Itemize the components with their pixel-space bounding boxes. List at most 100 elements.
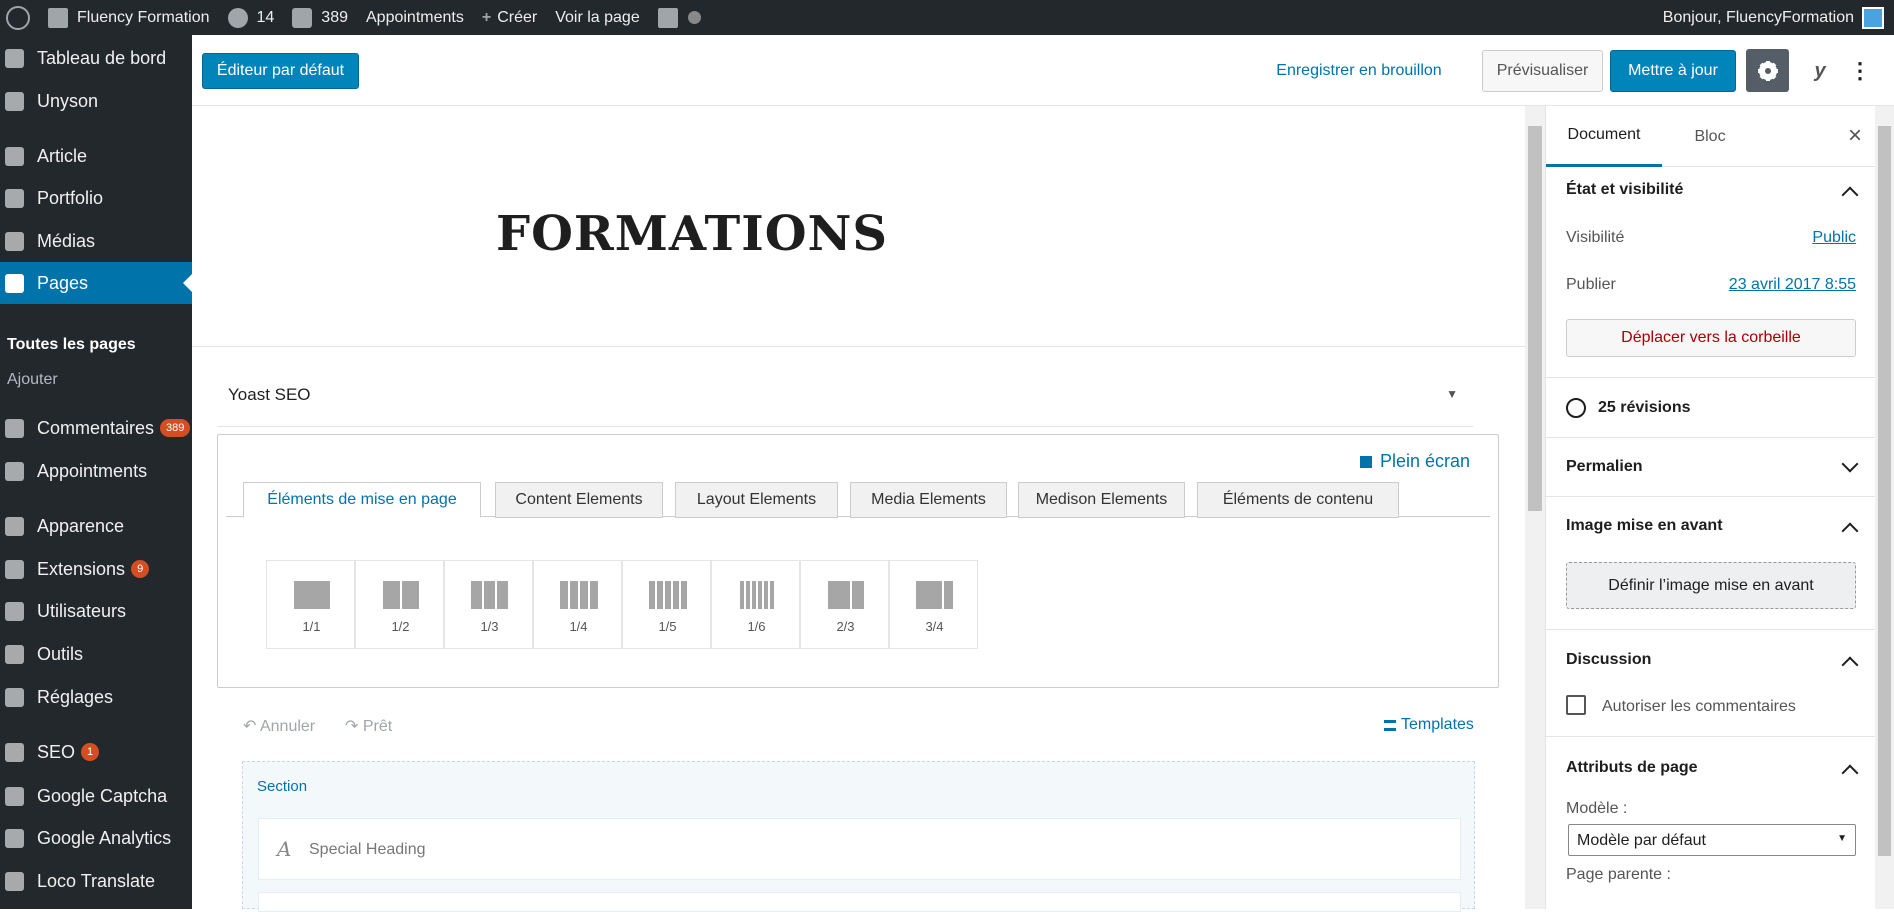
- permalink-panel[interactable]: Permalien: [1546, 438, 1876, 497]
- layout-1-6[interactable]: 1/6: [711, 560, 800, 649]
- settings-icon: [5, 688, 24, 707]
- submenu-all-pages[interactable]: Toutes les pages: [7, 336, 136, 354]
- sidebar-item-tools[interactable]: Outils: [0, 633, 192, 675]
- featured-image-title[interactable]: Image mise en avant: [1566, 517, 1723, 535]
- redo-button[interactable]: ↷ Prêt: [345, 716, 392, 736]
- allow-comments-checkbox[interactable]: [1566, 695, 1586, 715]
- chevron-up-icon[interactable]: [1841, 522, 1859, 540]
- permalink-title: Permalien: [1566, 458, 1643, 475]
- sidebar-item-google-captcha[interactable]: Google Captcha: [0, 775, 192, 817]
- sidebar-item-pages[interactable]: Pages: [0, 262, 192, 304]
- updates-link[interactable]: 14: [219, 0, 284, 35]
- more-menu-icon[interactable]: ⋮: [1848, 53, 1872, 89]
- site-name-link[interactable]: Fluency Formation: [39, 0, 219, 35]
- layout-1-2[interactable]: 1/2: [355, 560, 444, 649]
- tab-content-elements[interactable]: Content Elements: [495, 482, 663, 518]
- chevron-down-icon: [1841, 455, 1859, 473]
- builder-section[interactable]: Section A Special Heading: [242, 761, 1475, 912]
- discussion-title[interactable]: Discussion: [1566, 651, 1651, 669]
- yoast-toolbar-icon[interactable]: y: [1802, 53, 1838, 89]
- submenu-add-page[interactable]: Ajouter: [7, 371, 58, 389]
- view-page-link[interactable]: Voir la page: [546, 0, 649, 35]
- builder-block[interactable]: [258, 892, 1461, 912]
- appointments-link[interactable]: Appointments: [357, 0, 473, 35]
- special-heading-block[interactable]: A Special Heading: [258, 818, 1461, 880]
- move-to-trash-button[interactable]: Déplacer vers la corbeille: [1566, 319, 1856, 357]
- caret-down-icon[interactable]: ▼: [1446, 387, 1458, 401]
- layout-1-1[interactable]: 1/1: [266, 560, 355, 649]
- sidebar-item-loco-translate[interactable]: Loco Translate: [0, 860, 192, 902]
- settings-toggle-button[interactable]: [1746, 49, 1789, 92]
- scrollbar-thumb[interactable]: [1878, 126, 1891, 856]
- layout-3-4[interactable]: 3/4: [889, 560, 978, 649]
- editor-scrollbar[interactable]: [1525, 106, 1545, 909]
- page-attributes-title[interactable]: Attributs de page: [1566, 759, 1698, 777]
- settings-sidebar: Document Bloc × État et visibilité Visib…: [1545, 106, 1876, 909]
- sidebar-scrollbar[interactable]: [1875, 106, 1894, 909]
- sidebar-item-medias[interactable]: Médias: [0, 220, 192, 262]
- media-icon: [5, 232, 24, 251]
- comment-icon: [292, 7, 313, 28]
- tab-content-elements-fr[interactable]: Éléments de contenu: [1197, 482, 1399, 518]
- admin-bar: Fluency Formation 14 389 Appointments + C…: [0, 0, 1894, 35]
- wordpress-logo-icon[interactable]: [0, 0, 39, 35]
- tab-block[interactable]: Bloc: [1662, 106, 1758, 167]
- page-title[interactable]: FORMATIONS: [496, 206, 888, 262]
- close-icon[interactable]: ×: [1848, 122, 1862, 150]
- pin-icon: [5, 147, 24, 166]
- publish-date-link[interactable]: 23 avril 2017 8:55: [1729, 276, 1856, 294]
- seo-status-icon: [687, 11, 701, 24]
- layout-2-3[interactable]: 2/3: [800, 560, 889, 649]
- tab-document[interactable]: Document: [1546, 106, 1662, 167]
- revisions-panel[interactable]: 25 révisions: [1546, 378, 1876, 438]
- chevron-up-icon[interactable]: [1841, 764, 1859, 782]
- preview-button[interactable]: Prévisualiser: [1482, 50, 1603, 92]
- comments-link[interactable]: 389: [283, 0, 357, 35]
- layout-1-4[interactable]: 1/4: [533, 560, 622, 649]
- folder-icon: [5, 189, 24, 208]
- sidebar-item-comments[interactable]: Commentaires 389: [0, 407, 192, 449]
- fullscreen-link[interactable]: Plein écran: [1359, 451, 1470, 472]
- set-featured-image-button[interactable]: Définir l’image mise en avant: [1566, 562, 1856, 609]
- tab-layout-elements[interactable]: Layout Elements: [675, 482, 838, 518]
- extensions-badge: 9: [131, 560, 150, 578]
- fullscreen-icon: [1359, 455, 1372, 468]
- tab-media-elements[interactable]: Media Elements: [850, 482, 1007, 518]
- visibility-value-link[interactable]: Public: [1812, 229, 1856, 247]
- sidebar-item-users[interactable]: Utilisateurs: [0, 590, 192, 632]
- my-account[interactable]: Bonjour, FluencyFormation: [1663, 0, 1884, 35]
- sidebar-item-extensions[interactable]: Extensions 9: [0, 548, 192, 590]
- default-editor-button[interactable]: Éditeur par défaut: [202, 53, 359, 89]
- sidebar-item-unyson[interactable]: Unyson: [0, 80, 192, 122]
- chevron-up-icon[interactable]: [1841, 656, 1859, 674]
- sidebar-item-portfolio[interactable]: Portfolio: [0, 177, 192, 219]
- layout-1-5[interactable]: 1/5: [622, 560, 711, 649]
- yoast-icon[interactable]: [649, 0, 710, 35]
- columns-icon: [534, 581, 623, 609]
- panel-tabs: Document Bloc ×: [1546, 106, 1876, 167]
- sidebar-item-google-analytics[interactable]: Google Analytics: [0, 817, 192, 859]
- tab-layout-elements-fr[interactable]: Éléments de mise en page: [243, 482, 481, 518]
- tab-medison-elements[interactable]: Medison Elements: [1018, 482, 1185, 518]
- comment-icon: [5, 419, 24, 438]
- sidebar-item-seo[interactable]: SEO 1: [0, 731, 192, 773]
- sidebar-item-dashboard[interactable]: Tableau de bord: [0, 37, 192, 79]
- sidebar-item-appointments[interactable]: Appointments: [0, 450, 192, 492]
- user-icon: [5, 602, 24, 621]
- undo-icon: ↶: [243, 718, 260, 735]
- sidebar-item-article[interactable]: Article: [0, 135, 192, 177]
- chevron-up-icon[interactable]: [1841, 186, 1859, 204]
- template-select[interactable]: Modèle par défaut ▼: [1568, 824, 1856, 856]
- layout-1-3[interactable]: 1/3: [444, 560, 533, 649]
- undo-button[interactable]: ↶ Annuler: [243, 716, 315, 736]
- scrollbar-thumb[interactable]: [1528, 126, 1542, 511]
- page-attributes-panel: Attributs de page Modèle : Modèle par dé…: [1546, 737, 1876, 909]
- yoast-metabox[interactable]: Yoast SEO ▼: [218, 361, 1473, 427]
- sidebar-item-appearance[interactable]: Apparence: [0, 505, 192, 547]
- sidebar-item-settings[interactable]: Réglages: [0, 676, 192, 718]
- update-button[interactable]: Mettre à jour: [1610, 50, 1736, 92]
- templates-link[interactable]: Templates: [1384, 716, 1474, 734]
- save-draft-button[interactable]: Enregistrer en brouillon: [1269, 53, 1449, 89]
- create-link[interactable]: + Créer: [473, 0, 546, 35]
- status-visibility-title[interactable]: État et visibilité: [1566, 181, 1683, 199]
